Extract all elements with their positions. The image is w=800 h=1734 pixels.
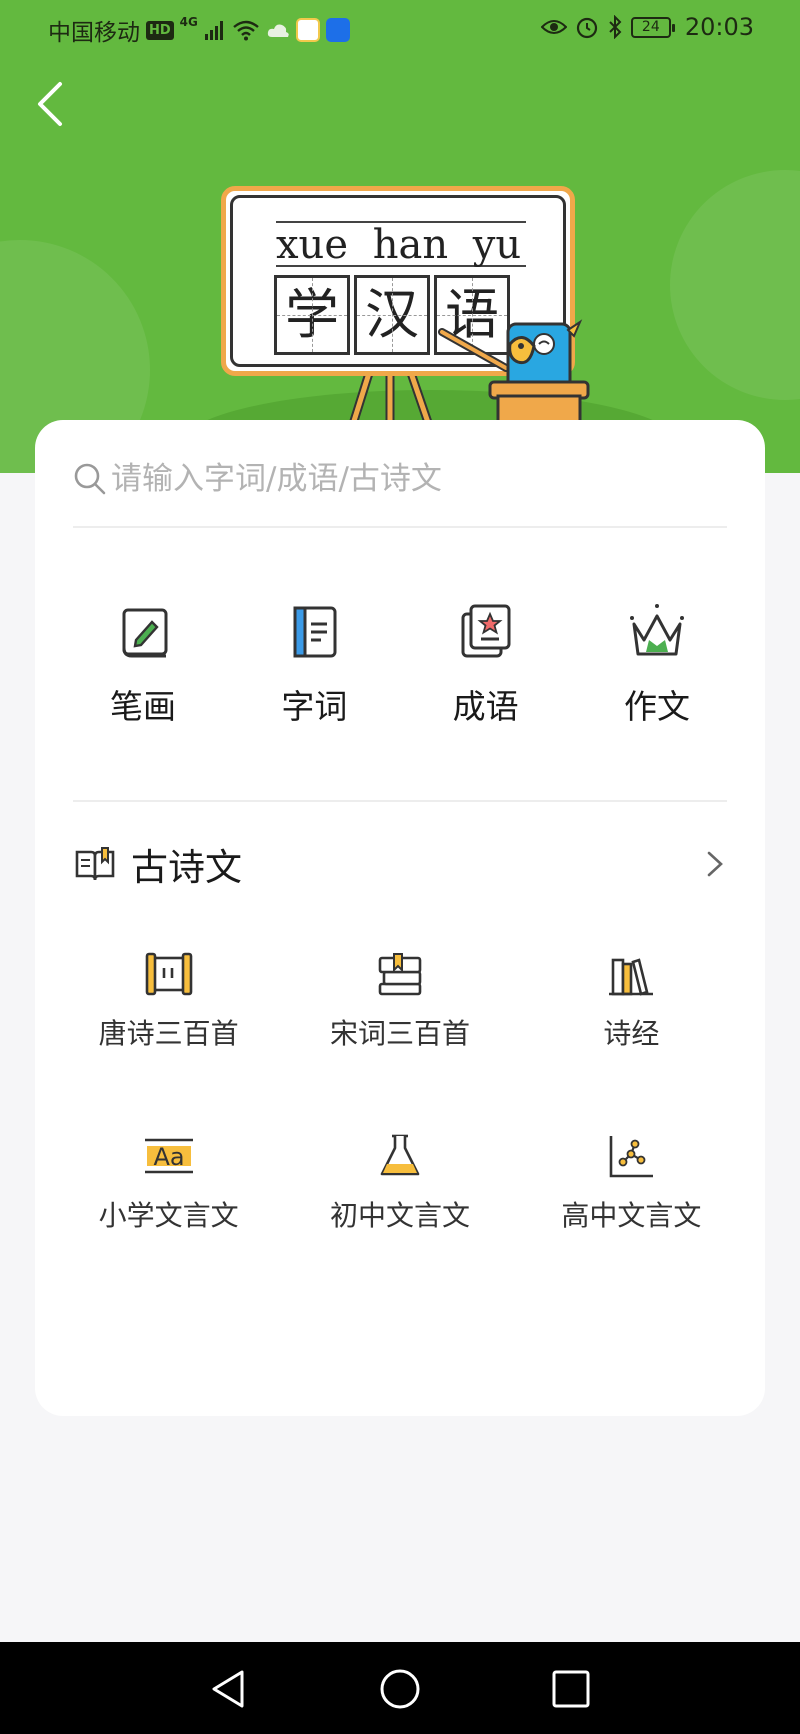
status-bar: 中国移动 HD 4G 24 20:03 bbox=[0, 0, 800, 56]
poetry-item-junior[interactable]: 初中文言文 bbox=[284, 1132, 515, 1234]
search-bar[interactable] bbox=[73, 442, 727, 516]
search-icon bbox=[74, 463, 106, 495]
search-input[interactable] bbox=[111, 461, 711, 497]
poetry-item-tang[interactable]: 唐诗三百首 bbox=[53, 950, 284, 1052]
header-banner: 中国移动 HD 4G 24 20:03 xue han yu 学 汉 语 bbox=[0, 0, 800, 473]
svg-text:Aa: Aa bbox=[153, 1143, 184, 1171]
carrier-label: 中国移动 bbox=[48, 20, 140, 46]
chevron-right-icon[interactable] bbox=[703, 847, 727, 881]
section-title: 古诗文 bbox=[131, 846, 242, 889]
signal-icon: 4G bbox=[179, 15, 198, 29]
grid-label: 诗经 bbox=[603, 1017, 660, 1050]
nav-home-icon[interactable] bbox=[375, 1664, 425, 1714]
divider bbox=[73, 526, 727, 528]
eye-icon bbox=[540, 20, 567, 34]
flask-icon bbox=[380, 1134, 420, 1176]
clock: 20:03 bbox=[684, 13, 754, 41]
signal-bars-icon bbox=[204, 21, 223, 40]
open-book-icon bbox=[75, 847, 115, 881]
chart-icon bbox=[610, 1136, 654, 1178]
screen: 中国移动 HD 4G 24 20:03 xue han yu 学 汉 语 请输入… bbox=[0, 0, 800, 1734]
cloud-icon bbox=[267, 24, 289, 37]
text-aa-icon: Aa bbox=[144, 1138, 193, 1174]
poetry-grid: 唐诗三百首 宋词三百首 诗经 Aa 小学文言文 初中文言文 高中文言文 bbox=[53, 950, 747, 1234]
main-card: 笔画 字词 成语 bbox=[35, 420, 765, 1416]
nav-back-icon[interactable] bbox=[204, 1664, 254, 1714]
bookshelf-icon bbox=[609, 958, 654, 996]
system-nav-bar bbox=[0, 1642, 800, 1734]
tool-words[interactable]: 字词 bbox=[244, 600, 384, 760]
hd-badge: HD bbox=[146, 20, 174, 40]
tool-label: 笔画 bbox=[110, 687, 176, 726]
tool-idioms[interactable]: 成语 bbox=[416, 600, 556, 760]
nav-recents-icon[interactable] bbox=[546, 1664, 596, 1714]
grid-label: 高中文言文 bbox=[561, 1199, 702, 1232]
poetry-item-shijing[interactable]: 诗经 bbox=[516, 950, 747, 1052]
notebook-icon bbox=[293, 606, 337, 658]
tool-label: 成语 bbox=[452, 687, 519, 726]
wifi-icon bbox=[233, 20, 259, 41]
bluetooth-icon bbox=[609, 15, 622, 39]
back-button[interactable] bbox=[32, 78, 72, 130]
poetry-item-song[interactable]: 宋词三百首 bbox=[284, 950, 515, 1052]
poetry-section-header[interactable]: 古诗文 bbox=[73, 832, 727, 896]
tool-label: 作文 bbox=[623, 687, 690, 726]
grid-label: 小学文言文 bbox=[98, 1199, 239, 1232]
tool-label: 字词 bbox=[281, 687, 348, 726]
hanzi-cell: 学 bbox=[274, 275, 350, 355]
scroll-icon bbox=[145, 952, 192, 996]
book-stack-icon bbox=[378, 953, 422, 996]
decor-circle bbox=[670, 170, 800, 400]
app-notification-icon bbox=[295, 18, 320, 42]
parrot-mascot-icon bbox=[438, 319, 590, 430]
battery-icon: 24 bbox=[630, 16, 675, 38]
grid-label: 宋词三百首 bbox=[329, 1017, 470, 1050]
star-book-icon bbox=[461, 604, 511, 658]
grid-label: 初中文言文 bbox=[329, 1199, 470, 1232]
tools-row: 笔画 字词 成语 作文 bbox=[73, 600, 727, 760]
grid-label: 唐诗三百首 bbox=[98, 1017, 239, 1050]
alarm-icon bbox=[576, 17, 597, 39]
tool-strokes[interactable]: 笔画 bbox=[73, 600, 213, 760]
hanzi-cell: 汉 bbox=[354, 275, 430, 355]
crown-icon bbox=[629, 604, 684, 656]
poetry-item-primary[interactable]: Aa 小学文言文 bbox=[53, 1132, 284, 1234]
poetry-item-senior[interactable]: 高中文言文 bbox=[516, 1132, 747, 1234]
pinyin-text: xue han yu bbox=[276, 221, 526, 267]
tool-essays[interactable]: 作文 bbox=[587, 600, 727, 760]
divider bbox=[73, 800, 727, 802]
app-notification-icon bbox=[325, 18, 350, 42]
pencil-book-icon bbox=[122, 608, 168, 658]
